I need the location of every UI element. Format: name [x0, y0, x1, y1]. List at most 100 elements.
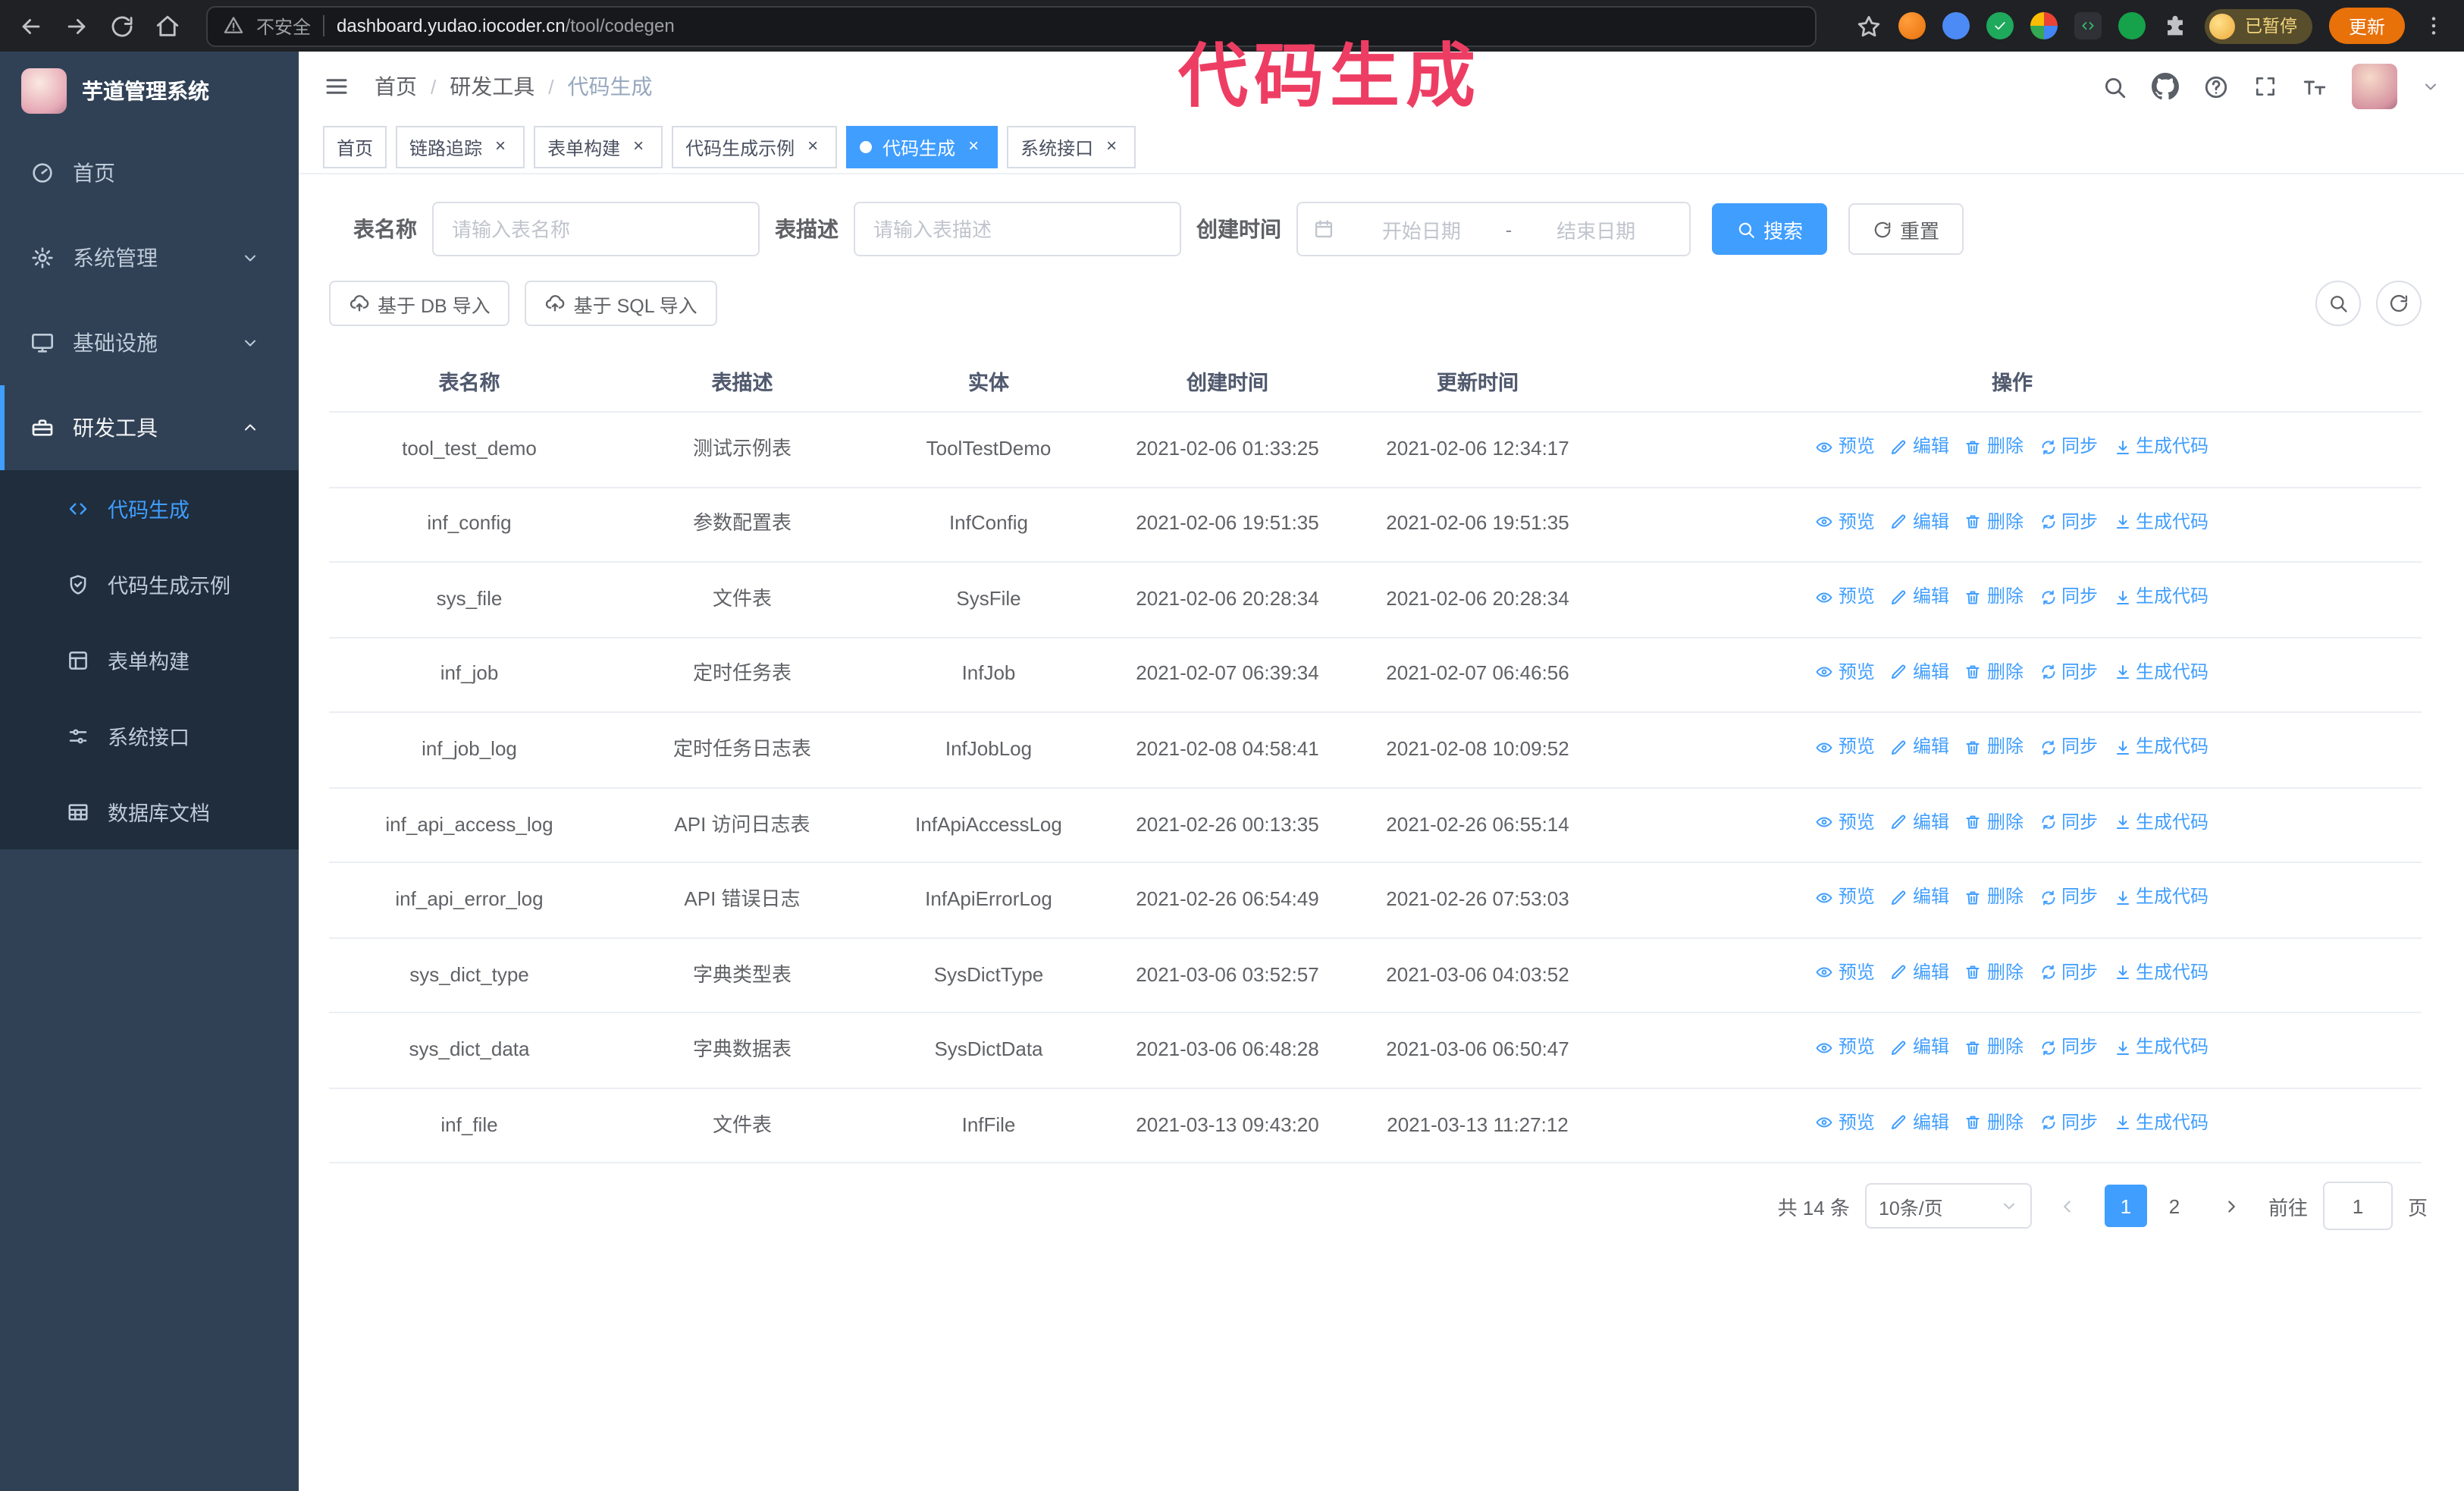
- sidebar-item-home[interactable]: 首页: [0, 130, 299, 215]
- edit-action[interactable]: 编辑: [1890, 809, 1949, 836]
- address-bar[interactable]: 不安全 dashboard.yudao.iocoder.cn/tool/code…: [206, 5, 1817, 46]
- delete-action[interactable]: 删除: [1964, 1110, 2024, 1137]
- edit-action[interactable]: 编辑: [1890, 1035, 1949, 1062]
- delete-action[interactable]: 删除: [1964, 509, 2024, 535]
- close-tab-icon[interactable]: ×: [1101, 136, 1122, 158]
- forward-icon[interactable]: [64, 13, 89, 39]
- sync-action[interactable]: 同步: [2039, 734, 2098, 761]
- generate-code-action[interactable]: 生成代码: [2113, 1035, 2209, 1062]
- close-tab-icon[interactable]: ×: [963, 136, 984, 158]
- sync-action[interactable]: 同步: [2039, 884, 2098, 911]
- generate-code-action[interactable]: 生成代码: [2113, 884, 2209, 911]
- preview-action[interactable]: 预览: [1816, 434, 1875, 460]
- delete-action[interactable]: 删除: [1964, 1035, 2024, 1062]
- preview-action[interactable]: 预览: [1816, 809, 1875, 836]
- tab-tracer[interactable]: 链路追踪 ×: [396, 126, 525, 168]
- breadcrumb-item[interactable]: 首页: [375, 71, 417, 102]
- generate-code-action[interactable]: 生成代码: [2113, 734, 2209, 761]
- next-page-button[interactable]: [2211, 1185, 2253, 1228]
- edit-action[interactable]: 编辑: [1890, 1110, 1949, 1137]
- browser-menu-icon[interactable]: [2422, 14, 2446, 38]
- sidebar-subitem-api[interactable]: 系统接口: [0, 698, 299, 774]
- preview-action[interactable]: 预览: [1816, 884, 1875, 911]
- font-size-icon[interactable]: [2302, 74, 2328, 99]
- delete-action[interactable]: 删除: [1964, 659, 2024, 686]
- page-button-2[interactable]: 2: [2153, 1185, 2196, 1228]
- extension-icon[interactable]: [2074, 12, 2102, 39]
- user-avatar[interactable]: [2352, 64, 2397, 109]
- sync-action[interactable]: 同步: [2039, 959, 2098, 986]
- preview-action[interactable]: 预览: [1816, 1110, 1875, 1137]
- sync-action[interactable]: 同步: [2039, 659, 2098, 686]
- extension-icon[interactable]: [1942, 12, 1970, 39]
- extension-icon[interactable]: [2118, 12, 2146, 39]
- page-button-1[interactable]: 1: [2104, 1185, 2147, 1228]
- sidebar-item-devtools[interactable]: 研发工具: [0, 385, 299, 470]
- edit-action[interactable]: 编辑: [1890, 884, 1949, 911]
- edit-action[interactable]: 编辑: [1890, 959, 1949, 986]
- preview-action[interactable]: 预览: [1816, 1035, 1875, 1062]
- chevron-down-icon[interactable]: [2422, 77, 2440, 96]
- search-icon[interactable]: [2102, 74, 2127, 99]
- extension-icon[interactable]: [2030, 12, 2058, 39]
- search-button[interactable]: 搜索: [1712, 203, 1828, 255]
- edit-action[interactable]: 编辑: [1890, 584, 1949, 611]
- sync-action[interactable]: 同步: [2039, 434, 2098, 460]
- help-icon[interactable]: [2203, 74, 2229, 99]
- github-icon[interactable]: [2152, 73, 2179, 100]
- table-desc-input[interactable]: [854, 202, 1181, 256]
- preview-action[interactable]: 预览: [1816, 509, 1875, 535]
- delete-action[interactable]: 删除: [1964, 734, 2024, 761]
- preview-action[interactable]: 预览: [1816, 659, 1875, 686]
- preview-action[interactable]: 预览: [1816, 959, 1875, 986]
- preview-action[interactable]: 预览: [1816, 584, 1875, 611]
- bookmark-star-icon[interactable]: [1857, 13, 1882, 39]
- sync-action[interactable]: 同步: [2039, 509, 2098, 535]
- import-db-button[interactable]: 基于 DB 导入: [329, 281, 510, 326]
- hamburger-icon[interactable]: [323, 73, 350, 100]
- profile-chip[interactable]: 已暂停: [2205, 8, 2312, 43]
- fullscreen-icon[interactable]: [2253, 74, 2277, 99]
- extension-icon[interactable]: [1986, 12, 2014, 39]
- close-tab-icon[interactable]: ×: [490, 136, 511, 158]
- delete-action[interactable]: 删除: [1964, 584, 2024, 611]
- page-size-select[interactable]: 10条/页: [1864, 1183, 2032, 1229]
- import-sql-button[interactable]: 基于 SQL 导入: [525, 281, 717, 326]
- sync-action[interactable]: 同步: [2039, 809, 2098, 836]
- tab-codegen[interactable]: 代码生成 ×: [846, 126, 998, 168]
- sidebar-subitem-form-builder[interactable]: 表单构建: [0, 622, 299, 698]
- sidebar-subitem-db-doc[interactable]: 数据库文档: [0, 774, 299, 849]
- generate-code-action[interactable]: 生成代码: [2113, 509, 2209, 535]
- table-name-input[interactable]: [432, 202, 760, 256]
- browser-home-icon[interactable]: [155, 13, 180, 39]
- toggle-search-button[interactable]: [2315, 281, 2361, 326]
- sync-action[interactable]: 同步: [2039, 1035, 2098, 1062]
- sync-action[interactable]: 同步: [2039, 584, 2098, 611]
- extensions-puzzle-icon[interactable]: [2163, 13, 2189, 39]
- sidebar-item-infra[interactable]: 基础设施: [0, 300, 299, 385]
- reload-icon[interactable]: [109, 13, 135, 39]
- delete-action[interactable]: 删除: [1964, 959, 2024, 986]
- extension-icon[interactable]: [1898, 12, 1926, 39]
- breadcrumb-item[interactable]: 研发工具: [450, 71, 534, 102]
- close-tab-icon[interactable]: ×: [802, 136, 823, 158]
- generate-code-action[interactable]: 生成代码: [2113, 809, 2209, 836]
- refresh-table-button[interactable]: [2376, 281, 2422, 326]
- tab-codegen-example[interactable]: 代码生成示例 ×: [672, 126, 838, 168]
- delete-action[interactable]: 删除: [1964, 434, 2024, 460]
- delete-action[interactable]: 删除: [1964, 884, 2024, 911]
- close-tab-icon[interactable]: ×: [628, 136, 649, 158]
- generate-code-action[interactable]: 生成代码: [2113, 584, 2209, 611]
- sidebar-subitem-codegen-example[interactable]: 代码生成示例: [0, 546, 299, 622]
- generate-code-action[interactable]: 生成代码: [2113, 659, 2209, 686]
- reset-button[interactable]: 重置: [1848, 203, 1964, 255]
- generate-code-action[interactable]: 生成代码: [2113, 434, 2209, 460]
- sidebar-item-system[interactable]: 系统管理: [0, 215, 299, 300]
- preview-action[interactable]: 预览: [1816, 734, 1875, 761]
- edit-action[interactable]: 编辑: [1890, 734, 1949, 761]
- sidebar-subitem-codegen[interactable]: 代码生成: [0, 470, 299, 546]
- prev-page-button[interactable]: [2047, 1185, 2089, 1228]
- goto-page-input[interactable]: [2322, 1182, 2393, 1231]
- delete-action[interactable]: 删除: [1964, 809, 2024, 836]
- back-icon[interactable]: [18, 13, 44, 39]
